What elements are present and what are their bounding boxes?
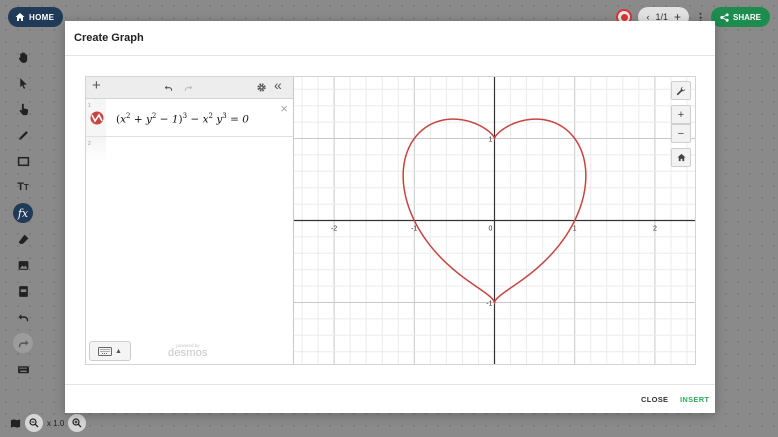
branding-logo: desmos: [168, 347, 208, 359]
divider: [65, 384, 715, 385]
zoom-level: x 1.0: [47, 418, 65, 428]
expression-index: 1: [88, 103, 91, 109]
add-expression-icon[interactable]: +: [92, 78, 101, 93]
graph-canvas[interactable]: -2 -1 0 1 2 1 -1: [294, 77, 695, 364]
zoom-bar: x 1.0: [10, 414, 87, 432]
modal-title: Create Graph: [74, 32, 144, 44]
caret-up-icon: ▲: [115, 347, 122, 355]
function-graph-tool[interactable]: fx: [10, 200, 36, 226]
select-arrow-icon[interactable]: [10, 70, 36, 96]
zoom-in-graph-button[interactable]: +: [671, 105, 691, 124]
hand-tool-icon[interactable]: [10, 44, 36, 70]
x-tick-label: 2: [653, 226, 657, 233]
share-icon: [720, 12, 729, 22]
plus-icon: +: [677, 108, 685, 121]
expression-row-empty[interactable]: 2: [86, 137, 293, 163]
default-view-button[interactable]: [671, 148, 691, 167]
close-button[interactable]: CLOSE: [641, 395, 668, 404]
zoom-out-icon: [29, 418, 39, 428]
home-icon: [15, 13, 25, 21]
x-tick-label: 1: [573, 226, 577, 233]
y-tick-label: 1: [489, 137, 493, 144]
pointer-hand-icon[interactable]: [10, 96, 36, 122]
graph-settings-button[interactable]: [671, 81, 691, 100]
collapse-panel-icon[interactable]: «: [274, 78, 282, 92]
expression-panel: + « 1 (x2 + y2 − 1)3 − x2 y3 = 0 × 2 ▲ p…: [86, 77, 294, 364]
pdf-icon[interactable]: [10, 278, 36, 304]
zoom-in-icon: [72, 418, 82, 428]
rectangle-icon[interactable]: [10, 148, 36, 174]
undo-icon[interactable]: [10, 304, 36, 330]
desmos-branding[interactable]: powered by desmos: [168, 343, 208, 359]
eraser-icon[interactable]: [10, 226, 36, 252]
zoom-out-graph-button[interactable]: −: [671, 124, 691, 143]
redo-button[interactable]: [10, 330, 36, 356]
left-toolbar: TT fx: [8, 44, 38, 382]
expression-index: 2: [88, 141, 91, 147]
undo-icon[interactable]: [163, 83, 174, 93]
expression-row[interactable]: 1 (x2 + y2 − 1)3 − x2 y3 = 0 ×: [86, 99, 293, 137]
delete-expression-icon[interactable]: ×: [280, 101, 288, 116]
origin-label: 0: [489, 226, 493, 233]
minus-icon: −: [677, 127, 685, 140]
desmos-calculator: + « 1 (x2 + y2 − 1)3 − x2 y3 = 0 × 2 ▲ p…: [85, 76, 696, 365]
image-icon[interactable]: [10, 252, 36, 278]
insert-button[interactable]: INSERT: [680, 395, 709, 404]
gear-icon[interactable]: [256, 82, 267, 93]
redo-icon[interactable]: [183, 83, 194, 93]
create-graph-modal: Create Graph + « 1 (x2 + y2 − 1)3 − x2 y…: [65, 21, 715, 413]
function-icon: fx: [13, 203, 33, 223]
wrench-icon: [676, 86, 686, 95]
expression-formula[interactable]: (x2 + y2 − 1)3 − x2 y3 = 0: [116, 112, 249, 126]
keypad-toggle-button[interactable]: ▲: [89, 341, 131, 361]
redo-icon: [13, 333, 33, 353]
home-button[interactable]: HOME: [8, 7, 64, 27]
share-button[interactable]: SHARE: [710, 7, 770, 27]
zoom-out-button[interactable]: [25, 414, 43, 432]
share-label: SHARE: [732, 12, 761, 22]
keyboard-icon[interactable]: [10, 356, 36, 382]
pen-icon[interactable]: [10, 122, 36, 148]
home-label: HOME: [29, 12, 55, 22]
x-tick-label: -2: [331, 226, 337, 233]
zoom-in-button[interactable]: [68, 414, 87, 432]
divider: [65, 55, 715, 56]
map-icon[interactable]: [10, 418, 21, 429]
implicit-curve-icon[interactable]: [89, 111, 105, 125]
graph-paper[interactable]: -2 -1 0 1 2 1 -1 + −: [294, 77, 695, 364]
expression-toolbar: + «: [86, 77, 293, 99]
keyboard-icon: [98, 346, 113, 356]
x-tick-label: -1: [411, 226, 417, 233]
home-icon: [676, 153, 686, 162]
y-tick-label: -1: [486, 301, 492, 308]
text-tool-icon[interactable]: TT: [10, 174, 36, 200]
